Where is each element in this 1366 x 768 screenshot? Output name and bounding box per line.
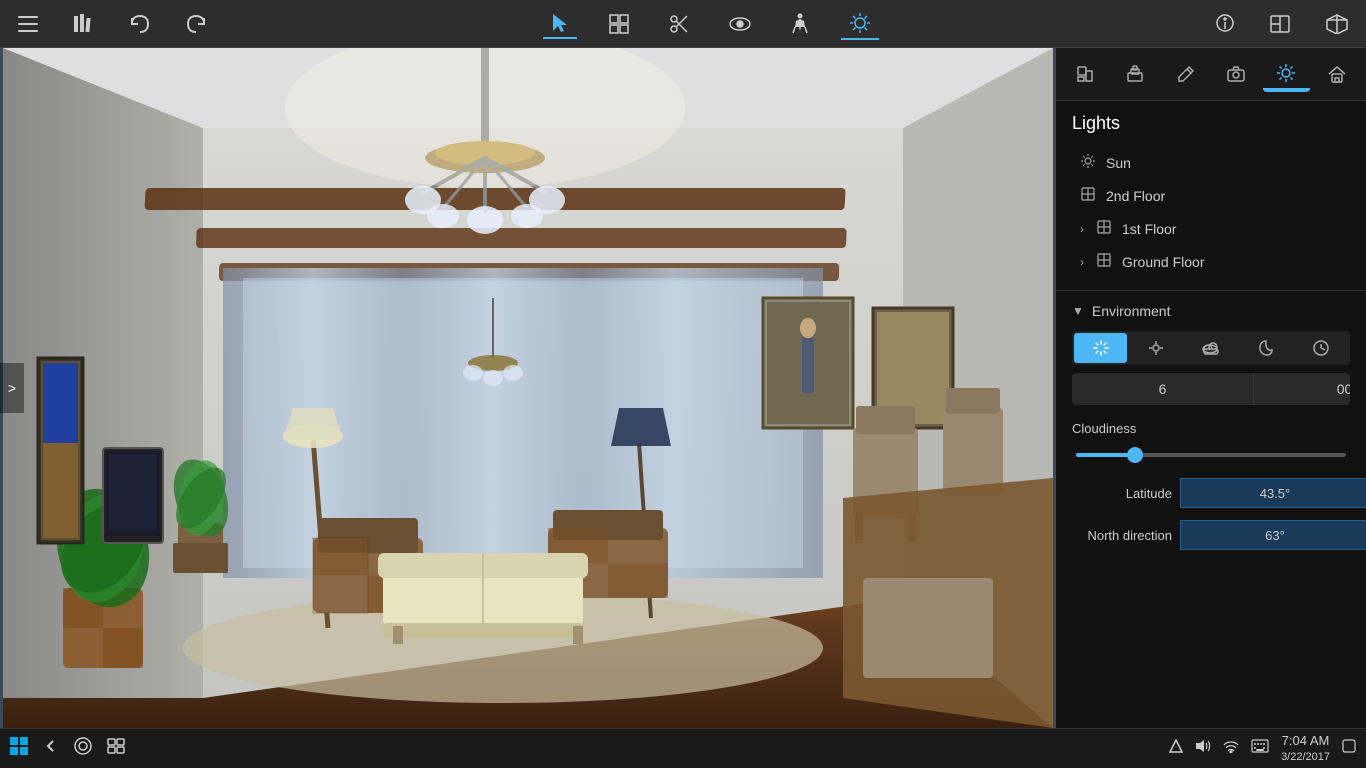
grid-tool-icon[interactable] (601, 10, 637, 38)
paint-tool-btn[interactable] (1062, 56, 1108, 92)
latitude-input[interactable] (1180, 478, 1366, 508)
eye-tool-icon[interactable] (721, 13, 759, 35)
left-arrow-icon: > (8, 380, 16, 396)
1st-floor-item-label: 1st Floor (1122, 221, 1342, 237)
panel-toolbar (1056, 48, 1366, 101)
layout-icon[interactable] (1262, 11, 1298, 37)
keyboard-icon[interactable] (1251, 739, 1269, 758)
1st-floor-expand-arrow: › (1080, 222, 1084, 236)
night-mode-btn[interactable] (1240, 333, 1293, 363)
environment-chevron: ▼ (1072, 304, 1084, 318)
latitude-label: Latitude (1072, 486, 1172, 501)
lights-title: Lights (1072, 113, 1350, 134)
start-button[interactable] (10, 737, 28, 760)
select-tool-icon[interactable] (543, 9, 577, 39)
ground-floor-item-icon (1096, 252, 1112, 271)
1st-floor-item-icon (1096, 219, 1112, 238)
latitude-row: Latitude − + (1072, 478, 1350, 508)
walk-tool-icon[interactable] (783, 9, 817, 39)
day-mode-btn[interactable] (1074, 333, 1127, 363)
ground-floor-item-label: Ground Floor (1122, 254, 1342, 270)
cloudiness-slider-container (1072, 444, 1350, 462)
library-icon[interactable] (66, 10, 102, 38)
clock-time: 7:04 AM (1281, 733, 1330, 750)
scissors-tool-icon[interactable] (661, 10, 697, 38)
system-tray-icon[interactable] (1169, 739, 1183, 758)
sun-item-icon (1080, 153, 1096, 172)
menu-icon[interactable] (10, 12, 46, 36)
time-inputs (1072, 373, 1350, 405)
system-clock[interactable]: 7:04 AM 3/22/2017 (1281, 733, 1330, 764)
time-of-day-buttons (1072, 331, 1350, 365)
clock-mode-btn[interactable] (1295, 333, 1348, 363)
edit-tool-btn[interactable] (1163, 56, 1209, 92)
build-tool-btn[interactable] (1112, 56, 1158, 92)
ground-floor-light-item[interactable]: › Ground Floor (1072, 245, 1350, 278)
north-direction-input[interactable] (1180, 520, 1366, 550)
speaker-icon[interactable] (1195, 739, 1211, 758)
2nd-floor-item-label: 2nd Floor (1106, 188, 1342, 204)
home-tool-btn[interactable] (1314, 56, 1360, 92)
box-3d-icon[interactable] (1318, 10, 1356, 38)
notification-icon[interactable] (1342, 739, 1356, 758)
north-direction-label: North direction (1072, 528, 1172, 543)
light-tool-btn[interactable] (1263, 56, 1309, 92)
environment-header[interactable]: ▼ Environment (1072, 303, 1350, 319)
hour-input[interactable] (1072, 373, 1254, 405)
center-tools (543, 8, 879, 40)
viewport-left-nav[interactable]: > (0, 363, 24, 413)
cloudy-mode-btn[interactable] (1184, 333, 1237, 363)
2nd-floor-light-item[interactable]: 2nd Floor (1072, 179, 1350, 212)
cortana-button[interactable] (74, 737, 92, 760)
2nd-floor-item-icon (1080, 186, 1096, 205)
minute-input[interactable] (1254, 373, 1350, 405)
lights-section: Lights Sun (1056, 101, 1366, 290)
cloudiness-label: Cloudiness (1072, 421, 1350, 436)
ground-floor-expand-arrow: › (1080, 255, 1084, 269)
cloudiness-slider[interactable] (1076, 453, 1346, 457)
sun-item-label: Sun (1106, 155, 1342, 171)
sun-light-item[interactable]: Sun (1072, 146, 1350, 179)
1st-floor-light-item[interactable]: › 1st Floor (1072, 212, 1350, 245)
environment-title: Environment (1092, 303, 1171, 319)
taskbar: 7:04 AM 3/22/2017 (0, 728, 1366, 768)
back-button[interactable] (43, 738, 59, 759)
top-toolbar (0, 0, 1366, 48)
camera-tool-btn[interactable] (1213, 56, 1259, 92)
task-view-button[interactable] (107, 738, 125, 759)
undo-icon[interactable] (122, 11, 158, 37)
network-icon[interactable] (1223, 739, 1239, 758)
main-content: > (0, 48, 1366, 728)
taskbar-right: 7:04 AM 3/22/2017 (1169, 733, 1356, 764)
right-panel: Lights Sun (1056, 48, 1366, 728)
redo-icon[interactable] (178, 11, 214, 37)
environment-section: ▼ Environment (1056, 290, 1366, 574)
sun-tool-icon[interactable] (841, 8, 879, 40)
north-direction-row: North direction − + (1072, 520, 1350, 550)
sunny-mode-btn[interactable] (1129, 333, 1182, 363)
clock-date: 3/22/2017 (1281, 750, 1330, 764)
3d-viewport[interactable]: > (0, 48, 1056, 728)
info-icon[interactable] (1208, 10, 1242, 38)
